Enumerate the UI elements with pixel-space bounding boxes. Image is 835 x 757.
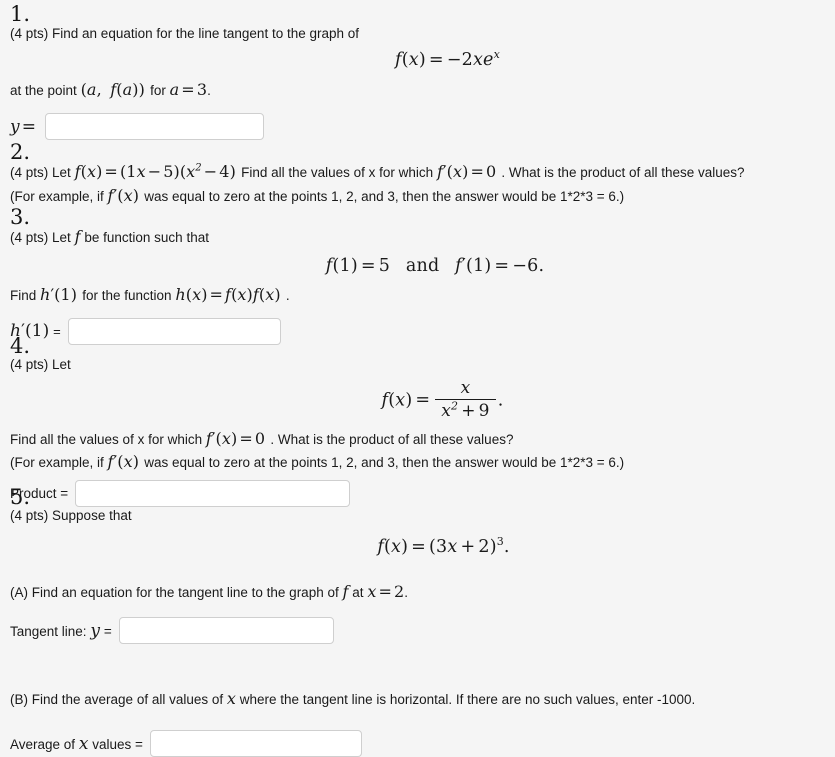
problem-4-fraction: x x2 +9 <box>435 378 496 421</box>
problem-5-part-a-function-symbol: f <box>342 581 349 601</box>
problem-1-prompt-line-2-pre: at the point <box>10 82 77 98</box>
tangent-line-label-text: Tangent line: <box>10 623 87 639</box>
problem-4-prompt: (4 pts) Let <box>0 355 835 374</box>
problem-3-h-definition: h(x) = f(x)f(x) <box>175 285 281 305</box>
average-label-post: values = <box>92 736 143 752</box>
problem-2-example-pre: (For example, if <box>10 189 104 204</box>
problem-3-function-symbol: f <box>74 227 81 247</box>
problem-1-display-equation: f(x) = −2xex <box>0 47 835 70</box>
problem-4-example-math: f′(x) <box>107 452 140 472</box>
problem-4-display-equation: f(x) = x x2 +9. <box>0 377 835 422</box>
problem-5-part-b-post: where the tangent line is horizontal. If… <box>239 692 696 708</box>
problem-5-part-a-prompt: (A) Find an equation for the tangent lin… <box>0 581 835 604</box>
problem-1-points: (4 pts) <box>10 26 49 42</box>
problem-1-prompt-line-2: at the point (a, f(a)) for a = 3. <box>0 79 835 102</box>
problem-5-part-a-pre: (A) Find an equation for the tangent lin… <box>10 584 339 600</box>
problem-2-prompt-pre: Let <box>52 165 71 181</box>
problem-2-condition: f′(x) = 0 <box>436 162 497 182</box>
problem-1-answer-label: y = <box>10 116 37 137</box>
assignment-page: 1. (4 pts) Find an equation for the line… <box>0 0 835 757</box>
problem-2-points: (4 pts) <box>10 165 49 181</box>
problem-4-prompt-pre: Let <box>52 357 71 373</box>
problem-5-number: 5. <box>10 485 31 509</box>
problem-5-display-equation: f(x) = (3x +2)3. <box>0 534 835 557</box>
average-label-pre: Average of <box>10 736 76 752</box>
problem-5-part-b-pre: (B) Find the average of all values of <box>10 692 224 708</box>
problem-3-find-math: h′(1) <box>40 285 78 305</box>
problem-1-prompt-line-2-post: . <box>207 82 211 98</box>
problem-4-condition: f′(x) = 0 <box>205 428 266 448</box>
problem-2-example-math: f′(x) <box>107 186 140 205</box>
problem-1-a-condition: a = 3 <box>169 79 208 99</box>
problem-5-part-a-condition: x = 2 <box>367 581 405 601</box>
problem-4-number: 4. <box>10 334 31 358</box>
problem-1-prompt-text: Find an equation for the line tangent to… <box>52 26 360 42</box>
problem-3-find-line: Find h′(1) for the function h(x) = f(x)f(x… <box>0 284 835 307</box>
tangent-line-label-math: y <box>90 620 101 641</box>
problem-5-part-a-answer-label: Tangent line: y = <box>10 621 112 641</box>
problem-1: 1. (4 pts) Find an equation for the line… <box>0 2 835 141</box>
problem-1-answer-row: y = <box>0 113 835 141</box>
problem-3-points: (4 pts) <box>10 230 49 246</box>
problem-5-part-a-answer-input[interactable] <box>118 617 334 645</box>
problem-5-part-b-math: x <box>226 689 237 709</box>
problem-2-function-definition: f(x) = (1x −5)(x2−4) <box>74 162 236 182</box>
problem-3-prompt-post: be function such that <box>84 230 209 246</box>
problem-3-prompt: (4 pts) Let f be function such that <box>0 226 835 249</box>
problem-3-prompt-pre: Let <box>52 230 71 246</box>
problem-2-number: 2. <box>10 140 31 164</box>
problem-1-equation-text: f(x) = −2xex <box>395 47 500 70</box>
problem-5-part-b-prompt: (B) Find the average of all values of x … <box>0 688 835 711</box>
problem-4-example-post: was equal to zero at the points 1, 2, an… <box>144 455 625 471</box>
problem-5-part-a-mid: at <box>352 584 364 600</box>
problem-4: 4. (4 pts) Let f(x) = x x2 +9. Find all the … <box>0 334 835 507</box>
problem-2-prompt-post: . What is the product of all these value… <box>501 165 745 181</box>
problem-4-find-post: . What is the product of all these value… <box>270 431 514 447</box>
problem-5-part-b-answer-label: Average of x values = <box>10 734 143 754</box>
problem-1-answer-input[interactable] <box>45 113 265 141</box>
fraction-denominator: x2 +9 <box>441 398 490 421</box>
average-label-math: x <box>78 733 89 754</box>
problem-4-equation-text: f(x) = x x2 +9. <box>381 377 504 421</box>
problem-4-find-line: Find all the values of x for which f′(x)… <box>0 428 835 450</box>
problem-2-example: (For example, if f′(x) was equal to zero… <box>0 185 835 207</box>
problem-1-prompt-line-2-mid: for <box>150 82 166 98</box>
fraction-numerator: x <box>435 378 496 400</box>
problem-4-find-pre: Find all the values of x for which <box>10 431 203 447</box>
problem-5-prompt-pre: Suppose that <box>52 508 132 524</box>
problem-3-display-equation: f(1) = 5 and f′(1) = −6. <box>0 256 835 276</box>
problem-2: 2. (4 pts) Let f(x) = (1x −5)(x2−4) Find al… <box>0 140 835 207</box>
problem-4-points: (4 pts) <box>10 357 49 373</box>
problem-2-prompt: (4 pts) Let f(x) = (1x −5)(x2−4) Find all t… <box>0 161 835 183</box>
problem-5-part-a-answer-row: Tangent line: y = <box>0 617 835 645</box>
problem-1-point-notation: (a, f(a)) <box>80 79 145 99</box>
tangent-line-label-equals: = <box>103 623 112 639</box>
problem-1-prompt-line-1: (4 pts) Find an equation for the line ta… <box>0 24 835 43</box>
problem-2-prompt-mid: Find all the values of x for which <box>241 165 434 181</box>
problem-3-find-mid: for the function <box>82 288 172 304</box>
problem-1-number: 1. <box>10 2 31 26</box>
problem-3-number: 3. <box>10 205 31 229</box>
problem-3: 3. (4 pts) Let f be function such that f… <box>0 205 835 345</box>
problem-3-equation-text: f(1) = 5 and f′(1) = −6. <box>325 256 545 277</box>
problem-4-example-pre: (For example, if <box>10 455 104 471</box>
problem-5-part-a-post: . <box>404 584 409 600</box>
problem-5: 5. (4 pts) Suppose that f(x) = (3x +2)3. (A… <box>0 485 835 757</box>
problem-5-equation-text: f(x) = (3x +2)3. <box>377 534 510 557</box>
problem-5-prompt: (4 pts) Suppose that <box>0 506 835 525</box>
problem-3-find-pre: Find <box>10 288 37 304</box>
problem-4-example: (For example, if f′(x) was equal to zero… <box>0 451 835 473</box>
problem-5-points: (4 pts) <box>10 508 49 524</box>
problem-3-find-post: . <box>285 288 290 304</box>
problem-2-example-post: was equal to zero at the points 1, 2, an… <box>144 189 625 204</box>
